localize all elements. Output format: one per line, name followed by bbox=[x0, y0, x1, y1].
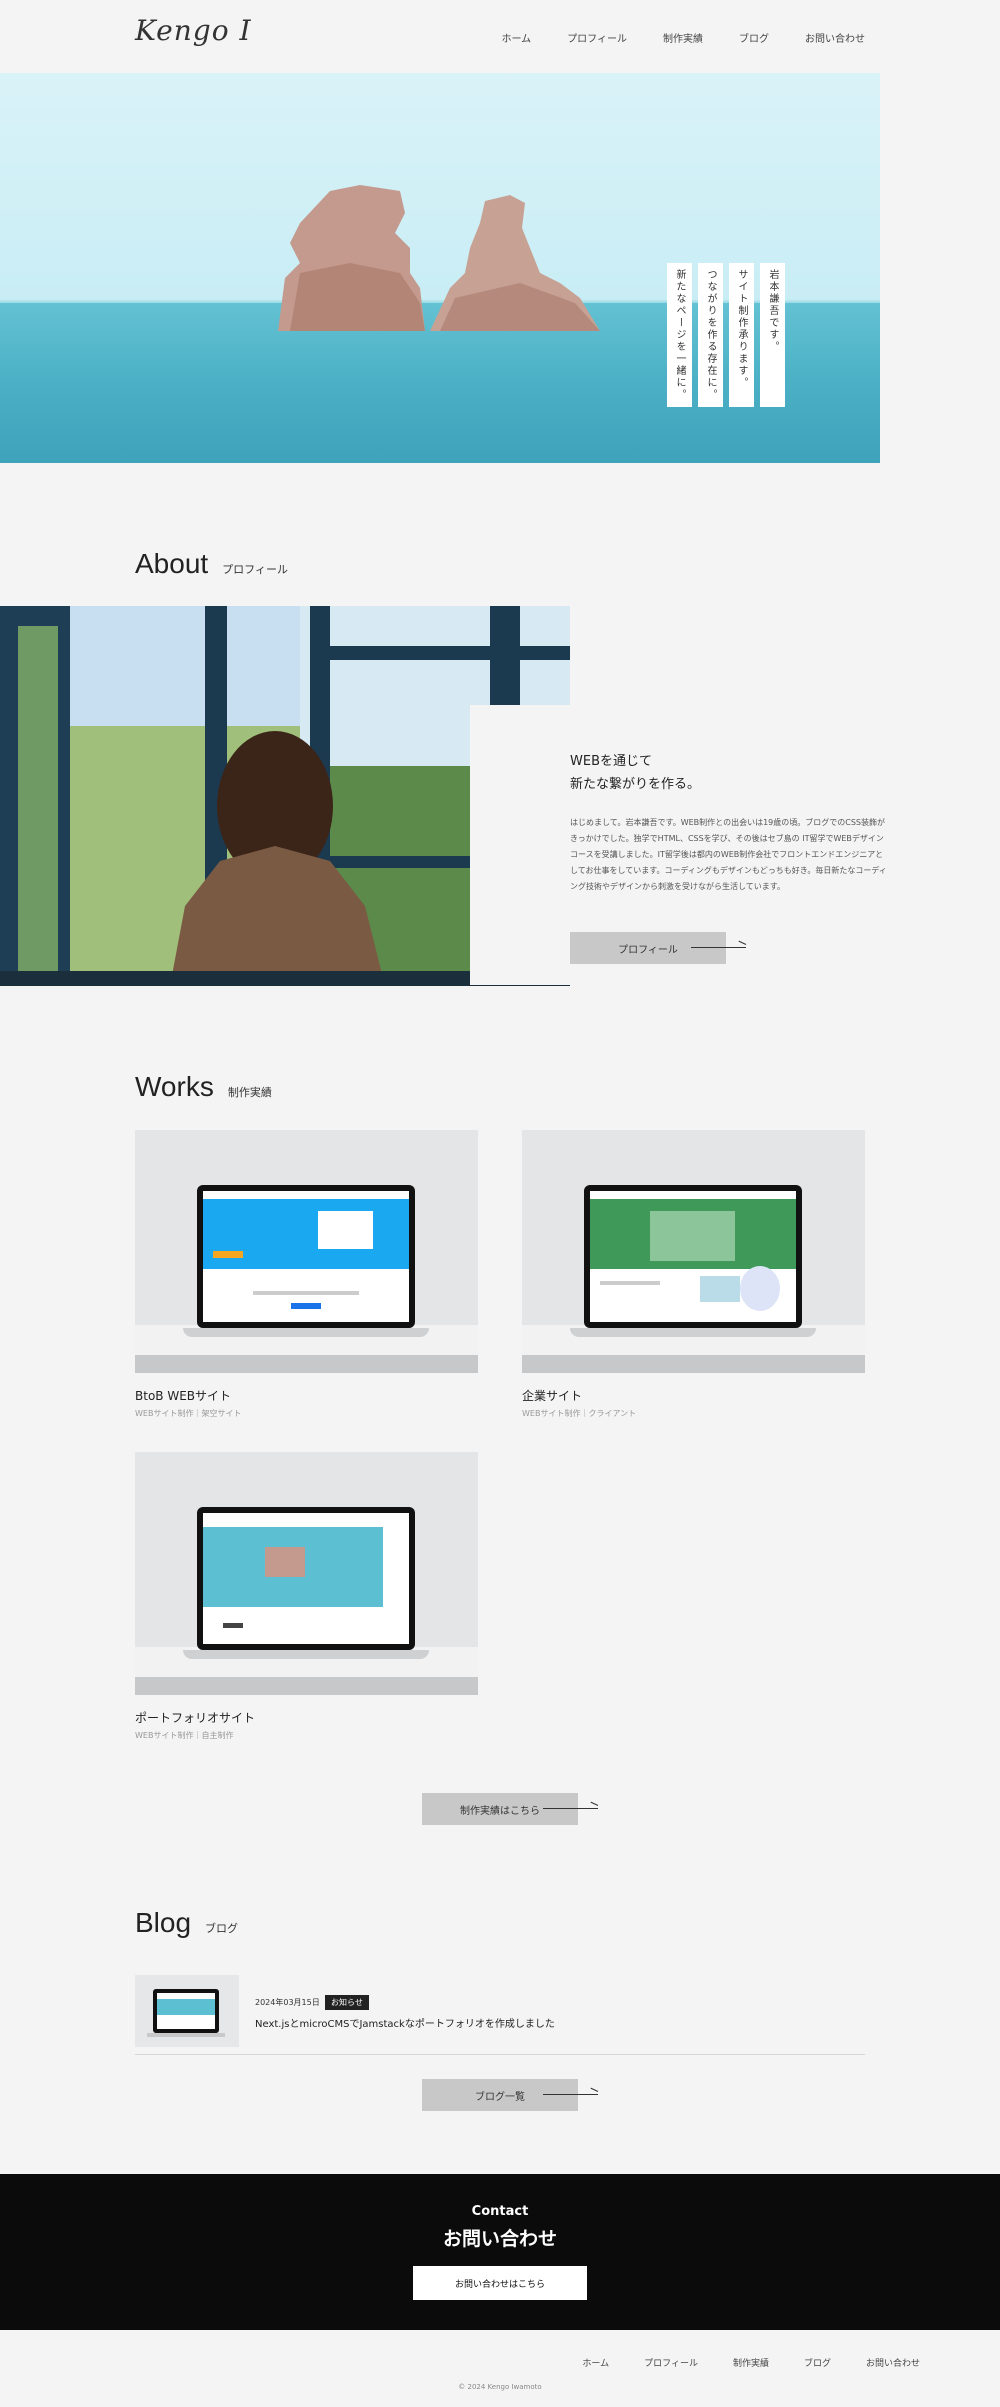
global-nav: ホーム プロフィール 制作実績 ブログ お問い合わせ bbox=[465, 30, 865, 45]
blog-post-title[interactable]: Next.jsとmicroCMSでJamstackなポートフォリオを作成しました bbox=[255, 2015, 555, 2030]
blog-button-label: ブログ一覧 bbox=[475, 2091, 525, 2103]
tagline-line-1: 岩本謙吾です。 bbox=[760, 263, 785, 407]
profile-button-label: プロフィール bbox=[618, 944, 678, 956]
footer-nav-contact[interactable]: お問い合わせ bbox=[866, 2356, 920, 2369]
about-title-en: About bbox=[135, 548, 209, 579]
hero-image: 岩本謙吾です。 サイト制作承ります。 つながりを作る存在に。 新たなページを一緒… bbox=[0, 73, 880, 463]
nav-works[interactable]: 制作実績 bbox=[663, 30, 703, 45]
blog-post-item[interactable]: 2024年03月15日 お知らせ Next.jsとmicroCMSでJamsta… bbox=[135, 1975, 865, 2055]
blog-section-title: Blog ブログ bbox=[135, 1907, 238, 1939]
work-card-bar bbox=[522, 1355, 865, 1373]
work-meta: WEBサイト制作｜自主制作 bbox=[135, 1731, 234, 1740]
tagline-line-4: 新たなページを一緒に。 bbox=[667, 263, 692, 407]
site-header: Kengo I ホーム プロフィール 制作実績 ブログ お問い合わせ bbox=[0, 0, 1000, 73]
work-thumbnail bbox=[135, 1452, 478, 1677]
works-title-ja: 制作実績 bbox=[227, 1086, 272, 1099]
about-heading: WEBを通じて 新たな繋がりを作る。 bbox=[570, 750, 700, 797]
work-title: ポートフォリオサイト bbox=[135, 1711, 256, 1725]
works-section-title: Works 制作実績 bbox=[135, 1071, 272, 1103]
footer-nav-home[interactable]: ホーム bbox=[582, 2356, 609, 2369]
copyright: © 2024 Kengo Iwamoto bbox=[458, 2383, 542, 2391]
contact-button[interactable]: お問い合わせはこちら bbox=[413, 2266, 587, 2300]
hero-tagline: 岩本謙吾です。 サイト制作承ります。 つながりを作る存在に。 新たなページを一緒… bbox=[667, 263, 785, 407]
arrow-right-icon bbox=[691, 947, 746, 948]
work-thumbnail bbox=[135, 1130, 478, 1355]
about-heading-line-2: 新たな繋がりを作る。 bbox=[570, 777, 701, 793]
tagline-line-2: サイト制作承ります。 bbox=[729, 263, 754, 407]
laptop-mockup bbox=[570, 1185, 816, 1337]
site-preview bbox=[590, 1191, 796, 1322]
work-card-btob[interactable]: BtoB WEBサイト WEBサイト制作｜架空サイト bbox=[135, 1130, 478, 1419]
works-list-button[interactable]: 制作実績はこちら bbox=[422, 1793, 598, 1825]
work-thumbnail bbox=[522, 1130, 865, 1355]
footer-nav-works[interactable]: 制作実績 bbox=[733, 2356, 769, 2369]
work-meta: WEBサイト制作｜架空サイト bbox=[135, 1409, 242, 1418]
laptop-mockup bbox=[183, 1507, 429, 1659]
arrow-right-icon bbox=[543, 2094, 598, 2095]
footer-nav: ホーム プロフィール 制作実績 ブログ お問い合わせ bbox=[547, 2356, 920, 2369]
blog-title-en: Blog bbox=[135, 1907, 192, 1938]
work-meta: WEBサイト制作｜クライアント bbox=[522, 1409, 637, 1418]
nav-contact[interactable]: お問い合わせ bbox=[805, 30, 865, 45]
footer-nav-blog[interactable]: ブログ bbox=[804, 2356, 831, 2369]
nav-home[interactable]: ホーム bbox=[501, 30, 531, 45]
works-title-en: Works bbox=[135, 1071, 214, 1102]
blog-date: 2024年03月15日 bbox=[255, 1998, 320, 2007]
work-card-bar bbox=[135, 1677, 478, 1695]
about-section-title: About プロフィール bbox=[135, 548, 288, 580]
tagline-line-3: つながりを作る存在に。 bbox=[698, 263, 723, 407]
work-title: 企業サイト bbox=[522, 1389, 583, 1403]
about-title-ja: プロフィール bbox=[222, 563, 288, 576]
site-preview bbox=[203, 1191, 409, 1322]
site-preview bbox=[203, 1513, 409, 1644]
laptop-mockup bbox=[183, 1185, 429, 1337]
arrow-right-icon bbox=[543, 1808, 598, 1809]
about-body-text: はじめまして。岩本謙吾です。WEB制作との出会いは19歳の頃。ブログでのCSS装… bbox=[570, 818, 887, 891]
contact-section: Contact お問い合わせ お問い合わせはこちら bbox=[0, 2174, 1000, 2330]
contact-title-ja: お問い合わせ bbox=[442, 2228, 557, 2250]
blog-list-button[interactable]: ブログ一覧 bbox=[422, 2079, 598, 2111]
profile-button[interactable]: プロフィール bbox=[570, 932, 746, 964]
work-title: BtoB WEBサイト bbox=[135, 1389, 232, 1403]
work-card-portfolio[interactable]: ポートフォリオサイト WEBサイト制作｜自主制作 bbox=[135, 1452, 478, 1741]
about-heading-line-1: WEBを通じて bbox=[570, 754, 652, 769]
footer-nav-profile[interactable]: プロフィール bbox=[644, 2356, 698, 2369]
work-card-corporate[interactable]: 企業サイト WEBサイト制作｜クライアント bbox=[522, 1130, 865, 1419]
nav-blog[interactable]: ブログ bbox=[739, 30, 769, 45]
blog-title-ja: ブログ bbox=[205, 1922, 239, 1935]
site-logo[interactable]: Kengo I bbox=[135, 14, 252, 47]
blog-thumbnail bbox=[135, 1975, 239, 2047]
works-button-label: 制作実績はこちら bbox=[460, 1805, 540, 1817]
category-badge: お知らせ bbox=[325, 1995, 369, 2010]
work-card-bar bbox=[135, 1355, 478, 1373]
contact-title-en: Contact bbox=[471, 2204, 529, 2219]
nav-profile[interactable]: プロフィール bbox=[567, 30, 627, 45]
